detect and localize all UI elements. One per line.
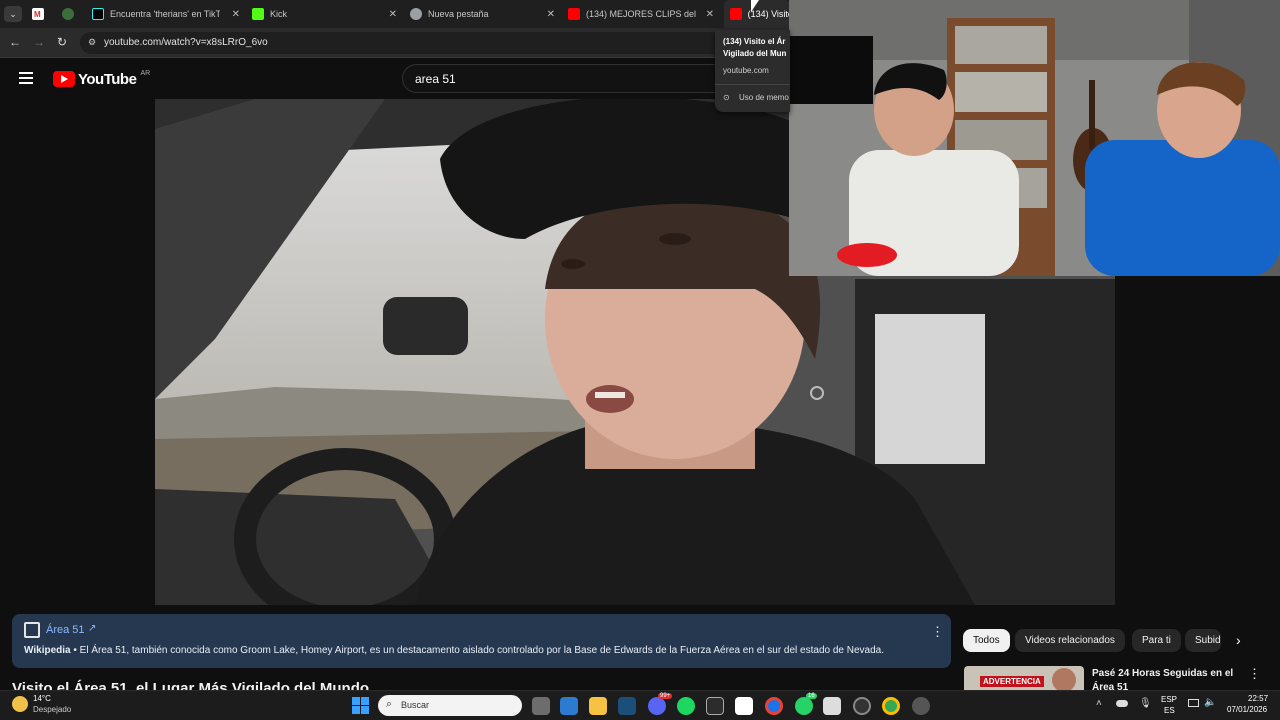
hover-card-domain: youtube.com — [723, 66, 769, 75]
close-tab-icon[interactable]: ✕ — [389, 9, 397, 20]
lang-top[interactable]: ESP — [1161, 695, 1177, 704]
settings-icon[interactable] — [912, 697, 930, 715]
thumbnail-caption: ADVERTENCIA — [980, 676, 1044, 687]
reload-icon[interactable]: ↻ — [57, 35, 67, 49]
clock-time[interactable]: 22:57 — [1248, 694, 1268, 703]
source-separator: • — [70, 645, 80, 656]
gmail-icon: M — [32, 8, 44, 20]
hover-card-title: (134) Visito el Ár Vigilado del Mun — [723, 37, 787, 58]
wikipedia-description: Wikipedia • El Área 51, también conocida… — [24, 645, 884, 656]
steam-icon[interactable] — [618, 697, 636, 715]
lang-bottom: ES — [1164, 706, 1175, 715]
tab-youtube-clips[interactable]: (134) MEJORES CLIPS del MOM ✕ — [568, 0, 714, 28]
display-icon[interactable] — [1188, 699, 1199, 707]
discord-icon[interactable] — [648, 697, 666, 715]
close-tab-icon[interactable]: ✕ — [547, 9, 555, 20]
wikipedia-link[interactable]: Área 51 — [46, 624, 85, 636]
youtube-logo-icon — [53, 71, 75, 87]
region-code: AR — [140, 69, 151, 77]
tab-label: Encuentra 'therians' en TikTok | — [110, 9, 220, 19]
tab-tiktok[interactable]: Encuentra 'therians' en TikTok | ✕ — [92, 0, 240, 28]
onedrive-icon[interactable] — [1116, 700, 1128, 707]
hover-card-memory: Uso de memo — [739, 93, 789, 102]
external-link-icon[interactable]: ↗ — [88, 623, 96, 634]
chip-related[interactable]: Videos relacionados — [1015, 629, 1125, 652]
spotify-icon[interactable] — [677, 697, 695, 715]
webcam-frame — [789, 0, 1280, 276]
related-more-icon[interactable]: ⋮ — [1248, 666, 1261, 682]
volume-icon[interactable]: 🔈 — [1204, 697, 1216, 708]
chevron-up-icon[interactable]: ˄ — [1096, 698, 1102, 709]
chevron-right-icon[interactable]: › — [1236, 632, 1241, 648]
youtube-icon — [568, 8, 580, 20]
whatsapp-icon[interactable] — [795, 697, 813, 715]
kick-icon — [252, 8, 264, 20]
obs-icon[interactable] — [853, 697, 871, 715]
tab-app[interactable] — [62, 0, 82, 28]
weather-desc: Despejado — [33, 705, 72, 714]
capcut-icon[interactable] — [735, 697, 753, 715]
microphone-icon[interactable]: 🎙 — [1139, 698, 1152, 709]
tab-new[interactable]: Nueva pestaña ✕ — [410, 0, 555, 28]
tab-kick[interactable]: Kick ✕ — [252, 0, 397, 28]
close-tab-icon[interactable]: ✕ — [706, 9, 714, 20]
tab-search-chevron-icon[interactable]: ⌄ — [4, 6, 22, 22]
app-icon — [62, 8, 74, 20]
tab-label: (134) MEJORES CLIPS del MOM — [586, 9, 698, 19]
search-value: area 51 — [415, 72, 456, 86]
chrome-icon — [410, 8, 422, 20]
memory-icon: ⊙ — [723, 93, 730, 102]
hover-card-divider — [715, 84, 790, 85]
chip-uploaded[interactable]: Subid — [1185, 629, 1221, 652]
back-icon[interactable]: ← — [9, 35, 21, 49]
close-tab-icon[interactable]: ✕ — [232, 9, 240, 20]
address-bar[interactable]: ⚙ youtube.com/watch?v=x8sLRrO_6vo — [80, 32, 780, 54]
youtube-wordmark: YouTube — [78, 70, 137, 88]
site-info-icon[interactable]: ⚙ — [88, 37, 96, 48]
chrome-alt-icon[interactable] — [882, 697, 900, 715]
tab-label: Kick — [270, 9, 288, 19]
chip-for-you[interactable]: Para ti — [1132, 629, 1181, 652]
tab-gmail[interactable]: M — [32, 0, 52, 28]
forward-icon[interactable]: → — [33, 35, 45, 49]
more-options-icon[interactable]: ⋮ — [931, 624, 944, 640]
taskbar-search-input[interactable]: ⌕ Buscar — [378, 695, 522, 716]
taskbar-search-placeholder: Buscar — [401, 700, 430, 710]
menu-icon[interactable] — [19, 72, 33, 84]
tab-hover-card: (134) Visito el Ár Vigilado del Mun yout… — [715, 30, 790, 112]
wikipedia-info-panel: Área 51 ↗ Wikipedia • El Área 51, tambié… — [12, 614, 951, 668]
windows-taskbar: 14°C Despejado ⌕ Buscar 99+ 16 ˄ 🎙 ESP E… — [0, 690, 1280, 720]
store-icon[interactable] — [560, 697, 578, 715]
epic-games-icon[interactable] — [706, 697, 724, 715]
webcam-overlay — [789, 0, 1280, 276]
mouse-cursor-icon — [751, 0, 759, 12]
discord-badge: 99+ — [658, 693, 673, 699]
tiktok-icon — [92, 8, 104, 20]
weather-temp: 14°C — [33, 694, 51, 703]
chip-all[interactable]: Todos — [963, 629, 1010, 652]
search-icon: ⌕ — [386, 698, 393, 710]
article-icon — [24, 622, 40, 638]
tab-label: Nueva pestaña — [428, 9, 489, 19]
app-taskbar-icon[interactable] — [823, 697, 841, 715]
wikipedia-source: Wikipedia — [24, 645, 71, 656]
moon-weather-icon — [12, 696, 28, 712]
related-video-thumbnail[interactable]: ADVERTENCIA — [964, 666, 1084, 690]
youtube-icon — [730, 8, 742, 20]
youtube-logo[interactable]: YouTube AR — [53, 70, 150, 88]
url-text: youtube.com/watch?v=x8sLRrO_6vo — [104, 37, 268, 48]
whatsapp-badge: 16 — [806, 693, 817, 699]
windows-start-icon[interactable] — [352, 697, 369, 714]
task-view-icon[interactable] — [532, 697, 550, 715]
folder-icon[interactable] — [589, 697, 607, 715]
chrome-taskbar-icon[interactable] — [765, 697, 783, 715]
clock-date: 07/01/2026 — [1227, 705, 1268, 714]
description-text: El Área 51, también conocida como Groom … — [79, 645, 885, 656]
